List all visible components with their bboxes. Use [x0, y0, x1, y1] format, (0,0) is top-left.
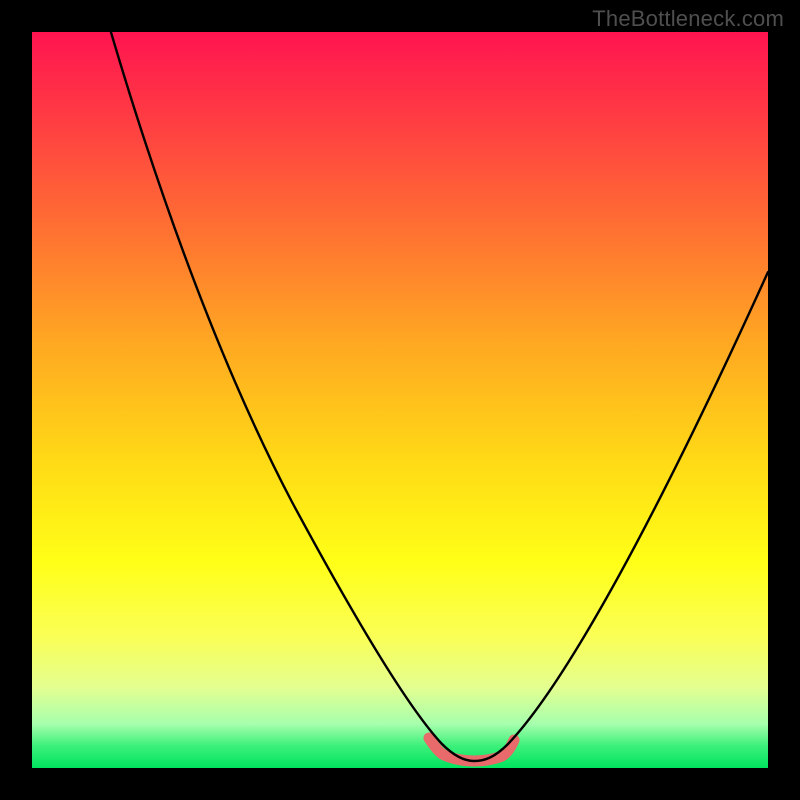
plot-area	[32, 32, 768, 768]
watermark-text: TheBottleneck.com	[592, 6, 784, 32]
curve-path	[44, 32, 768, 761]
chart-frame: TheBottleneck.com	[0, 0, 800, 800]
bottleneck-curve	[32, 32, 768, 768]
